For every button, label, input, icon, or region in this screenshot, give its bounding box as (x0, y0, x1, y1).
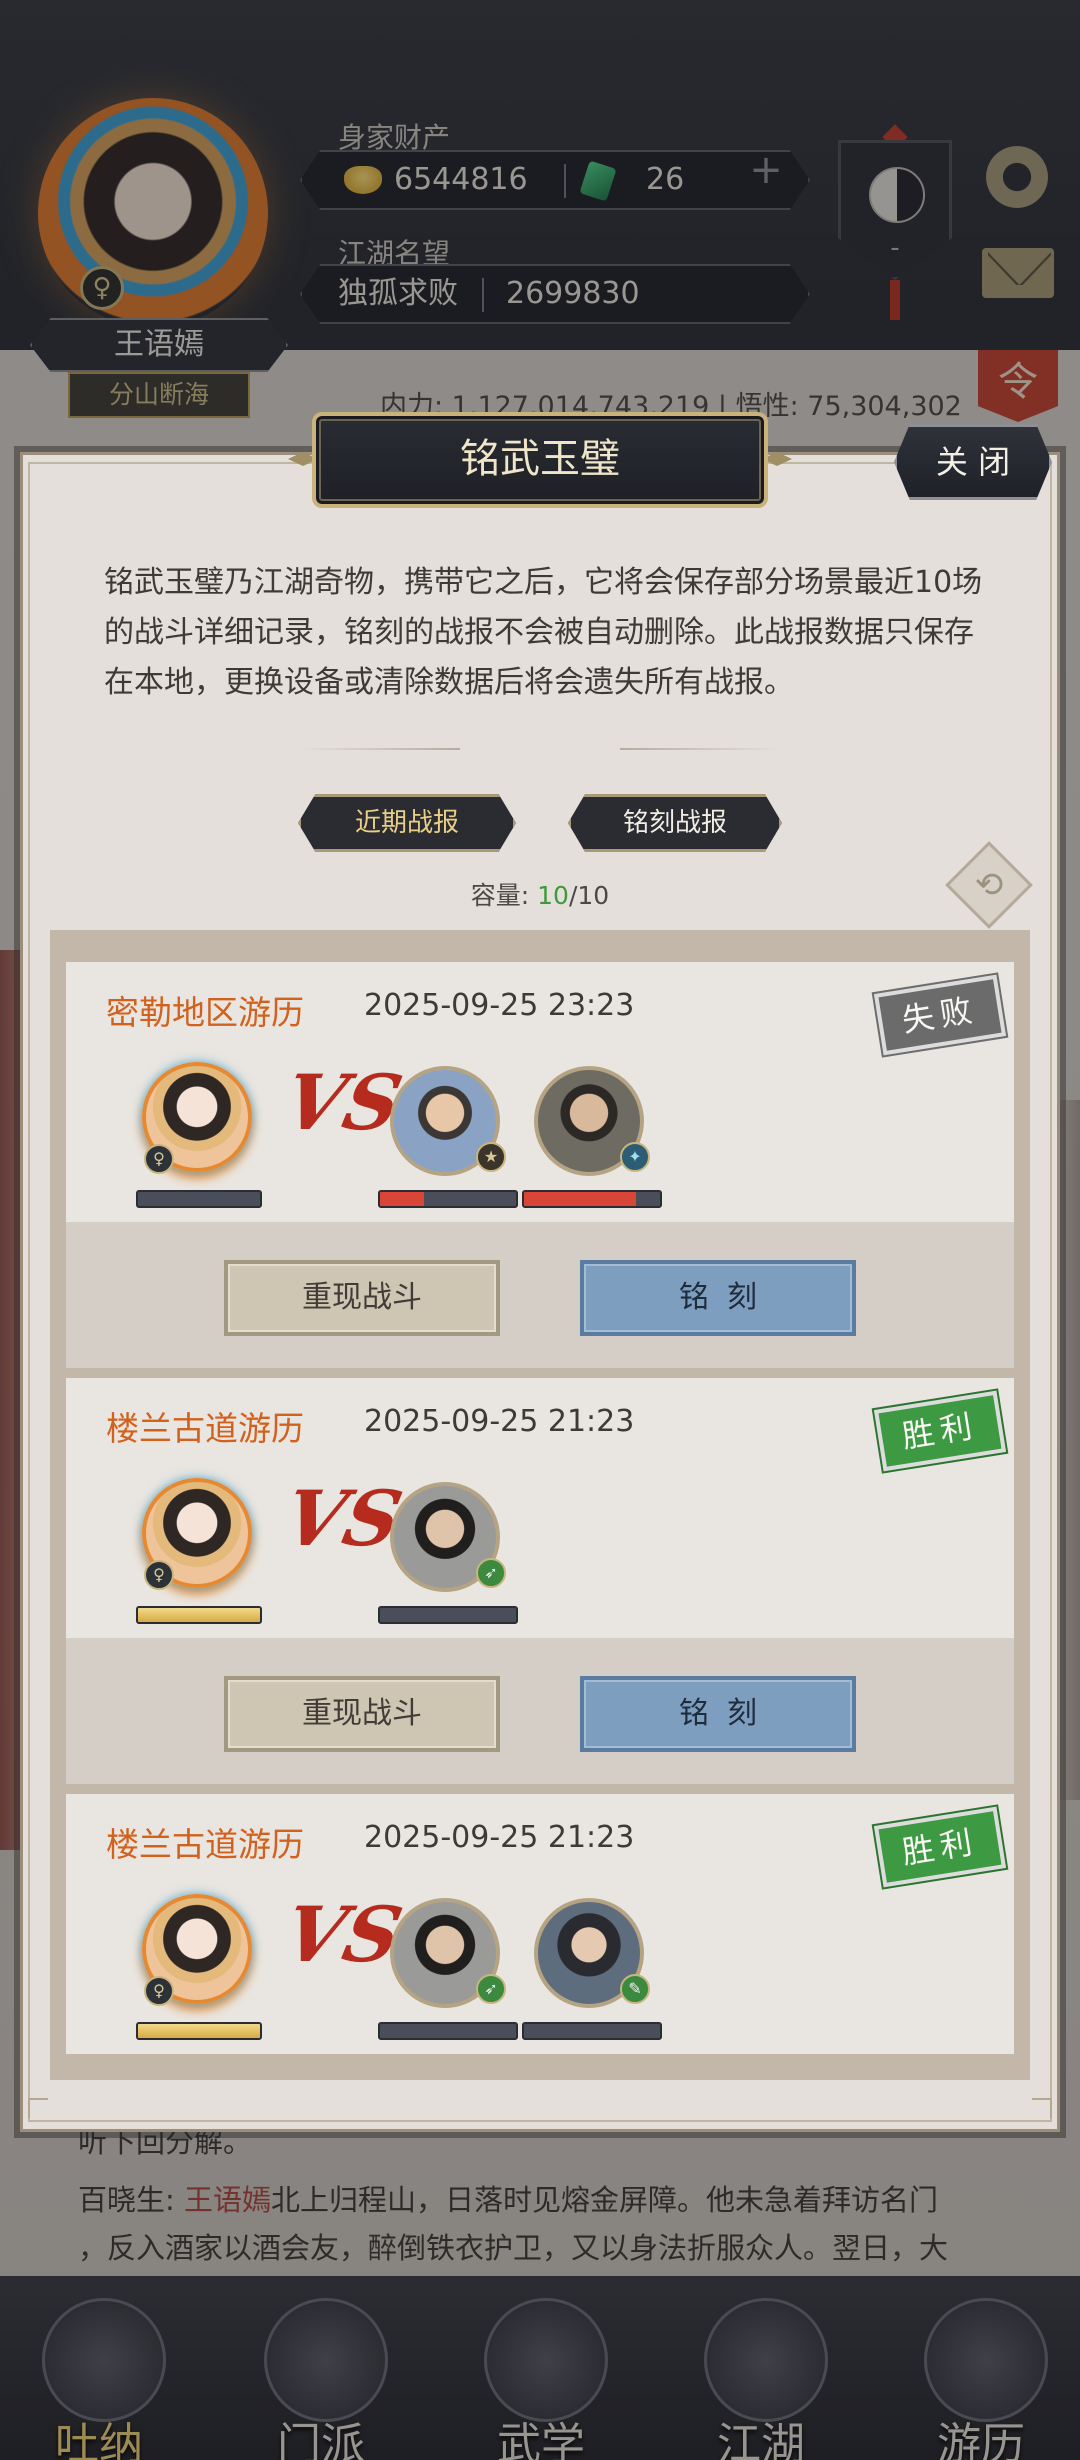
nav-tuna[interactable]: 吐纳 (24, 2290, 174, 2460)
story-line: ，反入酒家以酒会友，醉倒铁衣护卫，又以身法折服众人。翌日，大 (78, 2231, 949, 2265)
battle-actions: 重现战斗 铭刻 (66, 1222, 1014, 1368)
battle-location: 楼兰古道游历 (106, 1825, 304, 1864)
player-hp-bar (136, 1190, 262, 1208)
battle-time: 2025-09-25 23:23 (364, 988, 635, 1023)
tab-recent-reports[interactable]: 近期战报 (298, 794, 516, 852)
battle-record: 密勒地区游历 2025-09-25 23:23 失败 ♀ VS ★ ✦ 重现战斗… (66, 962, 1014, 1378)
capacity-total: /10 (568, 881, 610, 910)
battle-actions: 重现战斗 铭刻 (66, 1638, 1014, 1784)
swap-glyph: ⟲ (974, 865, 1004, 905)
player-hp-bar (136, 2022, 262, 2040)
close-button[interactable]: 关 闭 (894, 424, 1052, 500)
enemy-hp-bar (522, 1190, 662, 1208)
nav-menpai[interactable]: 门派 (246, 2290, 396, 2460)
replay-battle-button[interactable]: 重现战斗 (224, 1676, 500, 1752)
vs-label: VS (276, 1474, 410, 1563)
player-avatar[interactable]: ♀ (38, 98, 268, 328)
bamboo-hat-icon (704, 2298, 828, 2422)
female-symbol-icon: ♀ (80, 266, 124, 310)
nav-wuxue[interactable]: 武学 (466, 2290, 616, 2460)
fame-value: 2699830 (506, 276, 640, 311)
sect-badge-icon: ➶ (476, 1974, 506, 2004)
battle-location: 密勒地区游历 (106, 993, 304, 1032)
enemy-hp-fill (524, 1192, 636, 1206)
battle-record: 楼兰古道游历 2025-09-25 21:23 胜利 ♀ VS ➶ 重现战斗 铭… (66, 1378, 1014, 1794)
vs-label: VS (276, 1058, 410, 1147)
mail-icon[interactable] (982, 248, 1054, 298)
divider (620, 748, 780, 750)
replay-battle-button[interactable]: 重现战斗 (224, 1260, 500, 1336)
battle-location: 楼兰古道游历 (106, 1409, 304, 1448)
engrave-button[interactable]: 铭刻 (580, 1676, 856, 1752)
battle-record: 楼兰古道游历 2025-09-25 21:23 胜利 ♀ VS ➶ ✎ (66, 1794, 1014, 2054)
tassel-ornament (890, 280, 900, 320)
corner-ornament (1032, 2098, 1052, 2118)
capacity-used: 10 (537, 881, 569, 910)
battle-time: 2025-09-25 21:23 (364, 1820, 635, 1855)
battle-time: 2025-09-25 21:23 (364, 1404, 635, 1439)
nav-youli[interactable]: 游历 (906, 2290, 1056, 2460)
meditation-icon (42, 2298, 166, 2422)
divider (300, 748, 460, 750)
gear-icon[interactable] (982, 142, 1052, 212)
enemy-hp-fill (380, 1192, 424, 1206)
rank-badge-icon: ★ (476, 1142, 506, 1172)
player-hp-bar (136, 1606, 262, 1624)
gold-amount: 6544816 (394, 162, 528, 197)
vs-label: VS (276, 1890, 410, 1979)
story-character: 王语嫣 (184, 2183, 272, 2217)
enemy-hp-bar (378, 2022, 518, 2040)
sect-badge-icon: ✦ (620, 1142, 650, 1172)
modal-description: 铭武玉璧乃江湖奇物，携带它之后，它将会保存部分场景最近10场的战斗详细记录，铭刻… (104, 565, 983, 700)
female-symbol-icon: ♀ (144, 1560, 174, 1590)
jade-icon (579, 160, 617, 202)
nav-jianghu[interactable]: 江湖 (686, 2290, 836, 2460)
enemy-hp-bar (522, 2022, 662, 2040)
capacity-indicator: 容量: 10/10 (0, 876, 1080, 912)
female-symbol-icon: ♀ (144, 1144, 174, 1174)
jade-amount: 26 (646, 162, 685, 197)
story-speaker: 百晓生: (78, 2183, 184, 2217)
sect-icon (264, 2298, 388, 2422)
gold-ingot-icon (344, 166, 382, 194)
fame-bar: 独孤求败 2699830 (300, 264, 810, 324)
player-name: 王语嫣 (30, 318, 288, 372)
yin-yang-icon (869, 167, 925, 223)
sect-badge-icon: ➶ (476, 1558, 506, 1588)
fame-title: 独孤求败 (338, 276, 458, 311)
player-title: 分山断海 (68, 372, 250, 418)
nav-label: 吐纳 (55, 2419, 143, 2460)
modal-title: 铭武玉璧 (312, 412, 768, 508)
assets-bar: 6544816 26 (300, 150, 810, 210)
tab-engraved-reports[interactable]: 铭刻战报 (568, 794, 782, 852)
martial-arts-book-icon (484, 2298, 608, 2422)
capacity-label: 容量: (470, 881, 538, 910)
engrave-button[interactable]: 铭刻 (580, 1260, 856, 1336)
nav-label: 武学 (497, 2419, 585, 2460)
female-symbol-icon: ♀ (144, 1976, 174, 2006)
enemy-hp-bar (378, 1190, 518, 1208)
horse-icon (924, 2298, 1048, 2422)
separator (482, 278, 484, 312)
add-currency-button[interactable]: + (744, 150, 788, 194)
story-text: 北上归程山，日落时见熔金屏障。他未急着拜访名门 (271, 2183, 939, 2217)
player-hp-fill (138, 1608, 260, 1622)
enemy-hp-bar (378, 1606, 518, 1624)
story-line: 百晓生: 王语嫣北上归程山，日落时见熔金屏障。他未急着拜访名门 (78, 2176, 1018, 2224)
nav-label: 游历 (937, 2419, 1025, 2460)
player-hp-fill (138, 2024, 260, 2038)
nav-label: 江湖 (717, 2419, 805, 2460)
corner-ornament (28, 2098, 48, 2118)
separator (564, 164, 566, 198)
nav-label: 门派 (277, 2419, 365, 2460)
sect-badge-icon: ✎ (620, 1974, 650, 2004)
